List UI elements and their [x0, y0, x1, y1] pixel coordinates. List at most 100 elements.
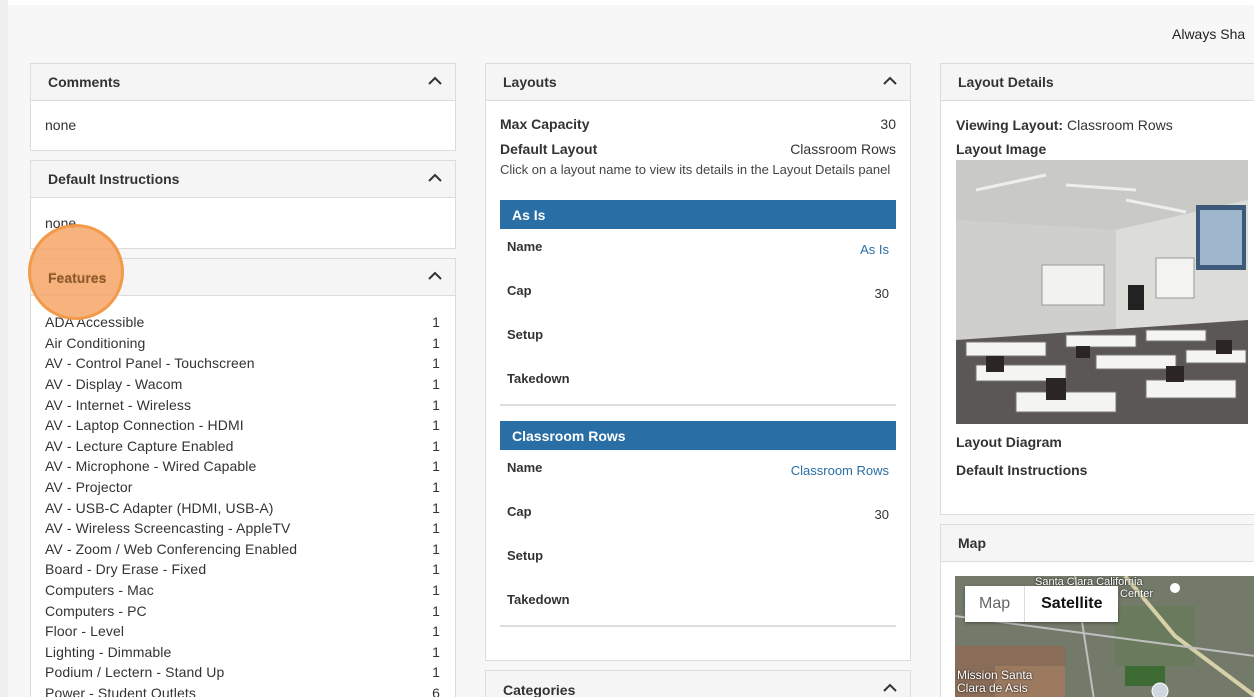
feature-row: Computers - PC 1: [45, 600, 440, 621]
layout-details-title: Layout Details: [958, 74, 1054, 90]
map-panel: Map Santa Clara California Center Missio…: [940, 524, 1254, 697]
feature-row: AV - Laptop Connection - HDMI 1: [45, 415, 440, 436]
feature-label: Power - Student Outlets: [45, 684, 196, 697]
feature-label: Lighting - Dimmable: [45, 643, 172, 660]
satellite-tab[interactable]: Satellite: [1025, 586, 1119, 622]
layout-header-as-is[interactable]: As Is: [500, 200, 896, 229]
chevron-up-icon[interactable]: [427, 170, 443, 186]
cap-value: 30: [874, 286, 889, 301]
layout-card-as-is: As Is Name As Is Cap 30 Setup Takedown: [500, 200, 896, 406]
feature-row: Lighting - Dimmable 1: [45, 642, 440, 663]
feature-row: AV - Microphone - Wired Capable 1: [45, 456, 440, 477]
setup-label: Setup: [507, 548, 544, 563]
map-center-label: Center: [1120, 588, 1154, 600]
feature-row: AV - Internet - Wireless 1: [45, 394, 440, 415]
layout-cap-row: Cap 30: [500, 497, 896, 541]
cap-label: Cap: [507, 283, 532, 298]
features-list: ADA Accessible 1 Air Conditioning 1 AV - Con…: [31, 296, 455, 697]
chevron-up-icon[interactable]: [882, 680, 898, 696]
default-layout-row: Default Layout Classroom Rows: [500, 136, 896, 161]
feature-row: Computers - Mac 1: [45, 580, 440, 601]
left-edge: [0, 0, 8, 697]
feature-count: 1: [432, 417, 440, 434]
layout-default-instructions-label: Default Instructions: [956, 462, 1088, 478]
feature-count: 1: [432, 664, 440, 681]
layout-header-classroom-rows[interactable]: Classroom Rows: [500, 421, 896, 450]
feature-count: 1: [432, 582, 440, 599]
feature-row: AV - Control Panel - Touchscreen 1: [45, 353, 440, 374]
comments-panel: Comments none: [30, 63, 456, 151]
max-capacity-value: 30: [880, 115, 896, 132]
comments-value: none: [45, 117, 77, 133]
feature-row: Air Conditioning 1: [45, 333, 440, 354]
feature-row: AV - Projector 1: [45, 477, 440, 498]
setup-label: Setup: [507, 327, 544, 342]
feature-label: Computers - Mac: [45, 582, 154, 599]
feature-row: AV - Wireless Screencasting - AppleTV 1: [45, 518, 440, 539]
feature-row: Podium / Lectern - Stand Up 1: [45, 662, 440, 683]
feature-count: 1: [432, 561, 440, 578]
features-title-highlighted: Features: [48, 270, 107, 286]
feature-count: 1: [432, 437, 440, 454]
classroom-photo: [956, 160, 1248, 424]
feature-count: 1: [432, 520, 440, 537]
default-instructions-title: Default Instructions: [48, 171, 180, 187]
layout-details-header[interactable]: Layout Details: [941, 64, 1254, 101]
map-view[interactable]: Santa Clara California Center Mission Sa…: [955, 576, 1254, 697]
chevron-up-icon[interactable]: [882, 73, 898, 89]
feature-count: 1: [432, 458, 440, 475]
feature-label: Floor - Level: [45, 623, 125, 640]
map-type-control: Map Satellite: [965, 586, 1119, 622]
layouts-header[interactable]: Layouts: [486, 64, 910, 101]
map-mission-label: Mission Santa: [957, 668, 1033, 682]
chevron-up-icon[interactable]: [427, 268, 443, 284]
feature-count: 1: [432, 396, 440, 413]
layout-takedown-row: Takedown: [500, 364, 896, 406]
feature-label: AV - Control Panel - Touchscreen: [45, 355, 255, 372]
categories-panel: Categories: [485, 670, 911, 697]
categories-header[interactable]: Categories: [486, 671, 910, 697]
layout-image-label: Layout Image: [956, 141, 1047, 157]
top-bar: [8, 0, 1254, 5]
feature-count: 1: [432, 643, 440, 660]
cap-label: Cap: [507, 504, 532, 519]
chevron-up-icon[interactable]: [427, 73, 443, 89]
name-label: Name: [507, 460, 543, 475]
feature-label: AV - Microphone - Wired Capable: [45, 458, 257, 475]
feature-count: 1: [432, 355, 440, 372]
feature-label: AV - Laptop Connection - HDMI: [45, 417, 244, 434]
feature-label: Air Conditioning: [45, 334, 146, 351]
takedown-label: Takedown: [507, 371, 570, 386]
categories-title: Categories: [503, 682, 576, 697]
feature-label: AV - Projector: [45, 479, 133, 496]
layout-name-link[interactable]: Classroom Rows: [791, 453, 889, 497]
feature-label: AV - Display - Wacom: [45, 376, 183, 393]
feature-row: ADA Accessible 1: [45, 312, 440, 333]
takedown-label: Takedown: [507, 592, 570, 607]
layout-name-row: Name Classroom Rows: [500, 453, 896, 497]
layouts-panel: Layouts Max Capacity 30 Default Layout C…: [485, 63, 911, 661]
feature-count: 1: [432, 479, 440, 496]
layout-takedown-row: Takedown: [500, 585, 896, 627]
features-panel: Features ADA Accessible1Air Conditioning…: [30, 258, 456, 697]
comments-title: Comments: [48, 74, 121, 90]
feature-label: AV - Wireless Screencasting - AppleTV: [45, 520, 291, 537]
feature-label: Computers - PC: [45, 602, 147, 619]
cap-value: 30: [874, 507, 889, 522]
feature-count: 6: [432, 684, 440, 697]
max-capacity-row: Max Capacity 30: [500, 111, 896, 136]
feature-row: Power - Student Outlets 6: [45, 683, 440, 697]
share-link[interactable]: Always Sha: [1172, 26, 1245, 42]
layout-name-link[interactable]: As Is: [860, 232, 889, 276]
map-header[interactable]: Map: [941, 525, 1254, 562]
layouts-hint: Click on a layout name to view its detai…: [500, 162, 891, 177]
default-instructions-value: none: [45, 215, 77, 231]
feature-label: AV - Internet - Wireless: [45, 396, 192, 413]
feature-label: AV - Lecture Capture Enabled: [45, 437, 234, 454]
layout-name-row: Name As Is: [500, 232, 896, 276]
default-instructions-header[interactable]: Default Instructions: [31, 161, 455, 198]
map-tab[interactable]: Map: [965, 586, 1026, 622]
comments-header[interactable]: Comments: [31, 64, 455, 101]
layout-setup-row: Setup: [500, 320, 896, 364]
map-title: Map: [958, 535, 986, 551]
